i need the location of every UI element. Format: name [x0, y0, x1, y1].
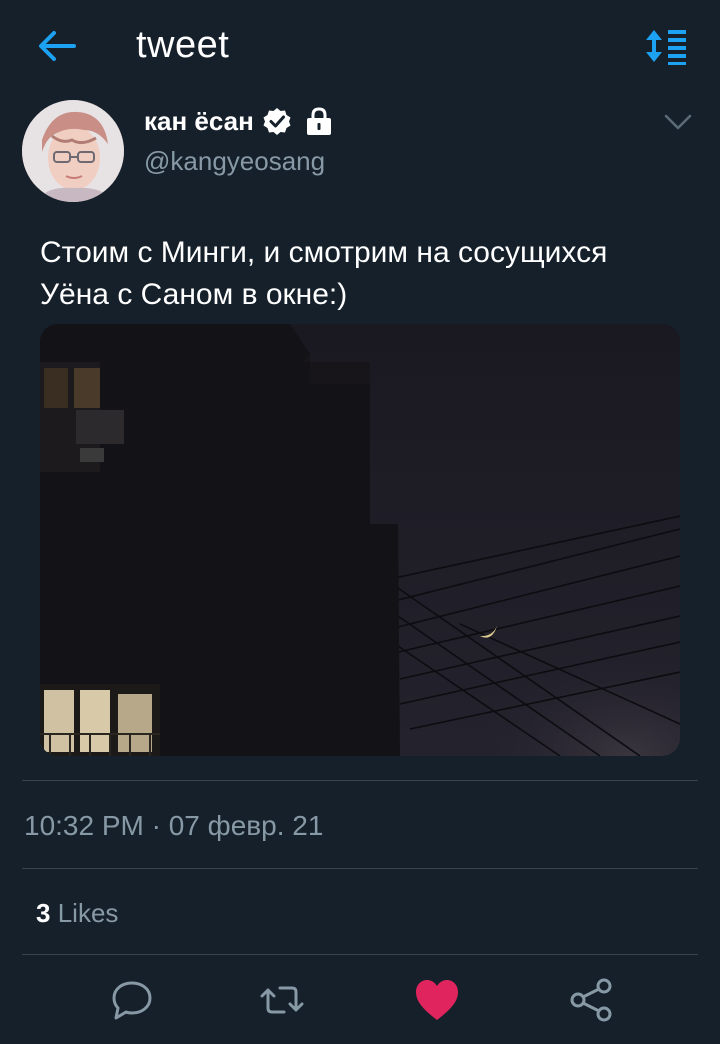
- night-sky-photo: [40, 324, 680, 756]
- tweet-photo[interactable]: [40, 324, 680, 756]
- page-title: tweet: [136, 24, 230, 66]
- user-handle: @kangyeosang: [144, 146, 326, 176]
- reply-icon: [112, 981, 152, 1020]
- divider: [22, 954, 698, 955]
- tweet-text-line: Стоим с Минги, и смотрим на сосущихся: [40, 236, 608, 269]
- author-name-row[interactable]: кан ёсан: [144, 104, 334, 138]
- tweet-text: Стоим с Минги, и смотрим на сосущихся Уё…: [40, 232, 690, 316]
- lock-icon: [306, 107, 331, 135]
- back-button[interactable]: [36, 26, 78, 66]
- tweet-menu-button[interactable]: [662, 110, 694, 134]
- likes-number: 3: [36, 898, 51, 928]
- tweet-text-line: Уёна с Саном в окне:): [40, 278, 348, 311]
- arrow-left-icon: [39, 31, 76, 61]
- tweet-actions-bar: [0, 976, 720, 1036]
- reply-button[interactable]: [108, 976, 164, 1032]
- share-button[interactable]: [568, 976, 624, 1032]
- sort-button[interactable]: [644, 26, 692, 66]
- likes-label: Likes: [57, 898, 119, 928]
- like-button[interactable]: [412, 976, 468, 1032]
- divider: [22, 868, 698, 869]
- heart-filled-icon: [416, 980, 458, 1020]
- avatar-image: [22, 100, 124, 202]
- sort-icon: [646, 30, 686, 65]
- display-name: кан ёсан: [144, 105, 254, 136]
- share-icon: [570, 978, 612, 1022]
- retweet-icon: [260, 986, 304, 1014]
- retweet-button[interactable]: [258, 976, 314, 1032]
- divider: [22, 780, 698, 781]
- app-header: tweet: [0, 0, 720, 92]
- tweet-timestamp: 10:32 PM · 07 февр. 21: [24, 810, 324, 841]
- likes-count[interactable]: 3 Likes: [36, 898, 118, 929]
- verified-badge-icon: [263, 108, 291, 135]
- avatar[interactable]: [22, 100, 124, 202]
- chevron-down-icon: [664, 114, 692, 130]
